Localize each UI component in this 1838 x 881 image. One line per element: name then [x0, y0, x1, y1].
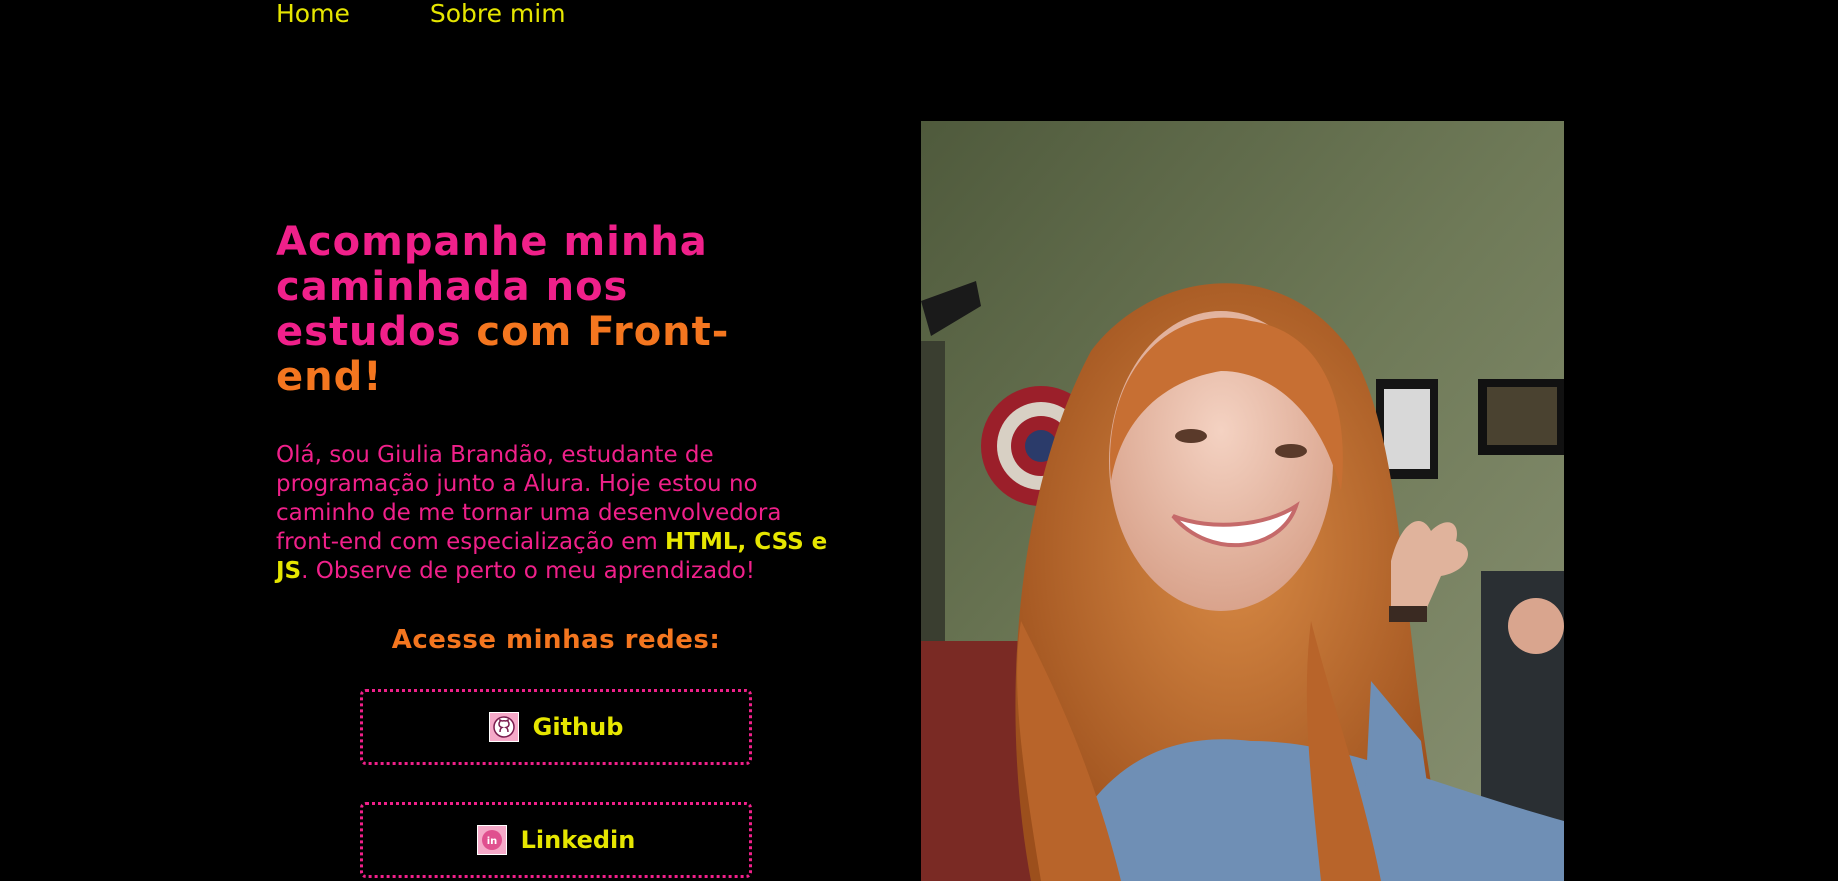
linkedin-icon: in: [476, 825, 507, 855]
nav-home-link[interactable]: Home: [276, 0, 350, 28]
page: Home Sobre mim Acompanhe minha caminhada…: [0, 0, 1838, 881]
social-title: Acesse minhas redes:: [391, 625, 721, 655]
hero-headline: Acompanhe minha caminhada nos estudos co…: [276, 220, 796, 400]
intro-text-end: . Observe de perto o meu aprendizado!: [301, 558, 756, 584]
nav-about-link[interactable]: Sobre mim: [430, 0, 566, 28]
github-button[interactable]: Github: [360, 689, 752, 765]
github-label: Github: [532, 713, 624, 741]
github-icon: [488, 712, 519, 742]
svg-text:in: in: [486, 836, 497, 847]
profile-photo: [921, 121, 1564, 881]
linkedin-label: Linkedin: [520, 826, 636, 854]
top-nav: Home Sobre mim: [276, 0, 566, 28]
linkedin-button[interactable]: in Linkedin: [360, 802, 752, 878]
intro-paragraph: Olá, sou Giulia Brandão, estudante de pr…: [276, 441, 846, 586]
